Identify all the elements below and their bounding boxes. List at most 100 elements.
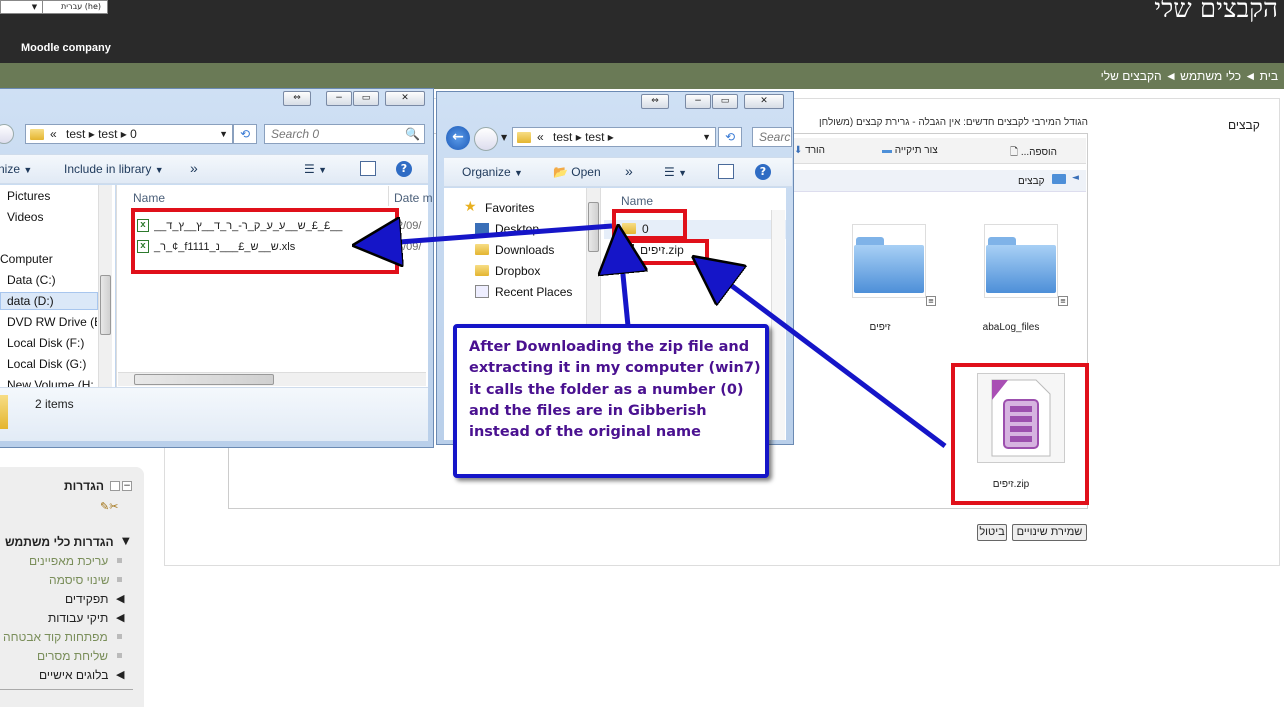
download-button[interactable]: הורד ⬇: [794, 145, 825, 156]
close-button[interactable]: ✕: [744, 94, 784, 109]
nav-item-downloads[interactable]: Downloads: [495, 243, 554, 257]
more-button[interactable]: »: [625, 163, 633, 179]
nav-item-data-d[interactable]: data (D:): [7, 294, 54, 308]
nav-item-videos[interactable]: Videos: [7, 210, 43, 224]
nav-item-computer[interactable]: Computer: [0, 252, 53, 266]
back-button[interactable]: ←: [446, 126, 470, 150]
expand-arrow-icon[interactable]: ◀: [116, 592, 124, 605]
search-input[interactable]: Searc: [752, 127, 792, 147]
settings-tools-icon: ✎✂: [100, 500, 119, 513]
new-folder-button[interactable]: צור תיקייה ▬: [882, 145, 938, 156]
preview-pane-icon[interactable]: [718, 164, 734, 179]
bullet-icon: [117, 653, 122, 658]
settings-item-security-keys[interactable]: מפתחות קוד אבטחה: [3, 630, 108, 644]
nav-scrollbar[interactable]: [98, 185, 112, 387]
folder-tile-zipim[interactable]: [852, 224, 926, 298]
column-header-name[interactable]: Name: [621, 194, 653, 208]
settings-item-edit-profile[interactable]: עריכת מאפיינים: [29, 554, 108, 568]
expand-arrow-icon[interactable]: ◀: [116, 668, 124, 681]
menu-icon[interactable]: ≡: [1058, 296, 1068, 306]
address-segment[interactable]: test: [553, 130, 572, 144]
scroll-thumb[interactable]: [134, 374, 274, 385]
column-header-name[interactable]: Name: [133, 191, 165, 205]
settings-item-roles[interactable]: תפקידים: [65, 592, 108, 606]
nav-item-dvd[interactable]: DVD RW Drive (E:: [7, 315, 97, 329]
chevron-down-icon[interactable]: ▼: [27, 1, 43, 13]
help-icon[interactable]: ?: [396, 161, 412, 177]
view-button[interactable]: ☰ ▼: [304, 162, 327, 176]
expanded-arrow-icon: ▼: [122, 536, 130, 547]
address-segment[interactable]: test: [66, 127, 85, 141]
open-label: Open: [571, 165, 601, 179]
path-root[interactable]: קבצים: [1018, 176, 1045, 187]
nav-item-desktop[interactable]: Desktop: [495, 222, 539, 236]
search-input[interactable]: Search 0 🔍: [264, 124, 425, 144]
address-segment[interactable]: test: [98, 127, 117, 141]
cancel-button[interactable]: ביטול: [977, 524, 1007, 541]
maximize-button[interactable]: ▭: [353, 91, 379, 106]
column-header-date[interactable]: Date m: [394, 191, 433, 205]
horizontal-scrollbar[interactable]: [118, 372, 426, 386]
address-bar[interactable]: « test ▸ test ▸ 0 ▼: [25, 124, 233, 144]
search-icon[interactable]: 🔍: [405, 125, 420, 143]
folder-icon: [30, 129, 44, 141]
collapse-icon[interactable]: −: [122, 481, 132, 491]
nav-item-data-c[interactable]: Data (C:): [7, 273, 56, 287]
nav-item-dropbox[interactable]: Dropbox: [495, 264, 540, 278]
dock-icon[interactable]: [110, 481, 120, 491]
close-button[interactable]: ✕: [385, 91, 425, 106]
settings-section-title[interactable]: הגדרות כלי משתמש: [5, 535, 114, 549]
file-date: 2/09/: [397, 220, 422, 232]
folder-tile-abalog[interactable]: [984, 224, 1058, 298]
expand-arrow-icon[interactable]: ◀: [116, 611, 124, 624]
refresh-button[interactable]: ⟲: [718, 127, 742, 147]
nav-item-favorites[interactable]: Favorites: [485, 201, 534, 215]
chevron-icon: ▸: [117, 127, 131, 141]
address-segment[interactable]: test: [585, 130, 604, 144]
folder-icon: [854, 237, 924, 293]
chevron-down-icon[interactable]: ▼: [501, 133, 507, 142]
forward-button[interactable]: [474, 127, 498, 151]
chevron-down-icon[interactable]: ▼: [219, 125, 228, 143]
help-icon[interactable]: ?: [755, 164, 771, 180]
settings-item-portfolios[interactable]: תיקי עבודות: [48, 611, 108, 625]
new-folder-icon: ▬: [882, 145, 892, 156]
view-button[interactable]: ☰ ▼: [664, 165, 687, 179]
drag-handle-icon[interactable]: ⇔: [283, 91, 311, 106]
nav-item-local-g[interactable]: Local Disk (G:): [7, 357, 86, 371]
settings-item-messaging[interactable]: שליחת מסרים: [37, 649, 108, 663]
settings-item-change-password[interactable]: שינוי סיסמה: [49, 573, 109, 587]
preview-pane-icon[interactable]: [360, 161, 376, 176]
address-bar[interactable]: « test ▸ test ▸ ▼: [512, 127, 716, 147]
breadcrumb[interactable]: בית ◄ כלי משתמש ◄ הקבצים שלי: [1101, 69, 1278, 83]
organize-button[interactable]: nize ▼: [0, 162, 32, 176]
scroll-thumb[interactable]: [588, 202, 599, 252]
include-in-library-button[interactable]: Include in library ▼: [64, 162, 164, 176]
file-scrollbar[interactable]: [771, 210, 785, 440]
more-button[interactable]: »: [190, 160, 198, 176]
settings-item-blogs[interactable]: בלוגים אישיים: [39, 668, 108, 682]
company-name[interactable]: Moodle company: [21, 42, 111, 54]
nav-item-recent-places[interactable]: Recent Places: [495, 285, 572, 299]
chevron-down-icon: ▼: [514, 168, 523, 178]
maximize-button[interactable]: ▭: [712, 94, 738, 109]
drag-handle-icon[interactable]: ⇔: [641, 94, 669, 109]
nav-item-local-f[interactable]: Local Disk (F:): [7, 336, 84, 350]
scroll-thumb[interactable]: [100, 275, 111, 335]
minimize-button[interactable]: −: [326, 91, 352, 106]
nav-item-pictures[interactable]: Pictures: [7, 189, 50, 203]
refresh-button[interactable]: ⟲: [233, 124, 257, 144]
chevron-down-icon[interactable]: ▼: [702, 128, 711, 146]
chevron-down-icon: ▼: [23, 165, 33, 175]
language-select[interactable]: ▼ עברית (he): [0, 0, 108, 14]
minimize-button[interactable]: −: [685, 94, 711, 109]
organize-button[interactable]: Organize ▼: [462, 165, 523, 179]
divider: [0, 689, 133, 690]
menu-icon[interactable]: ≡: [926, 296, 936, 306]
save-changes-button[interactable]: שמירת שינויים: [1012, 524, 1087, 541]
open-button[interactable]: 📂 Open: [553, 165, 601, 179]
folder-name: זיפים: [869, 322, 891, 333]
address-segment[interactable]: 0: [130, 127, 137, 141]
chevron-icon: «: [537, 130, 544, 144]
add-file-button[interactable]: הוספה... 🗋: [1010, 145, 1057, 162]
